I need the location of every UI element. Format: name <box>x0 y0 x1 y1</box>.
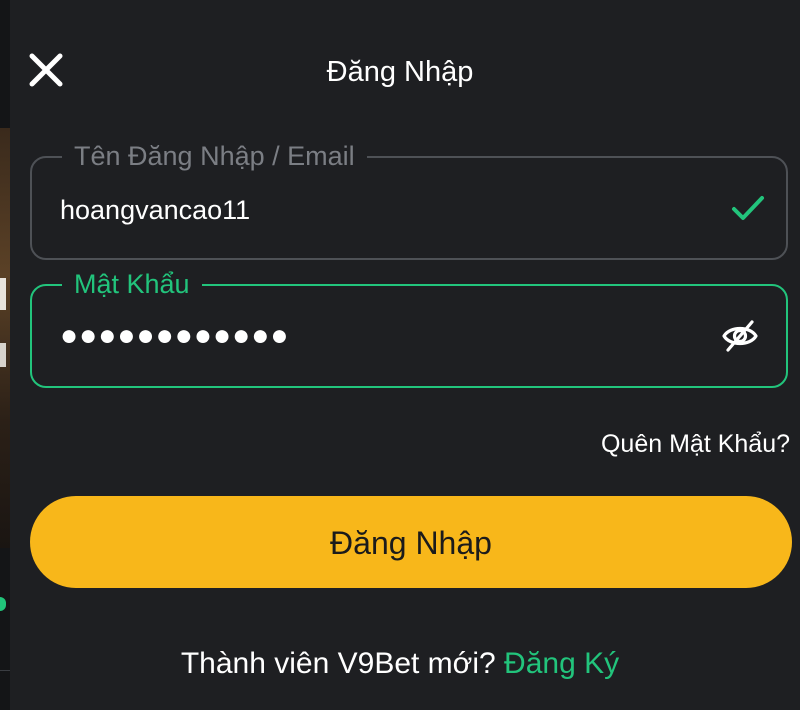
forgot-password-link[interactable]: Quên Mật Khẩu? <box>601 426 790 462</box>
register-prompt: Thành viên V9Bet mới? Đăng Ký <box>0 642 800 686</box>
login-button[interactable]: Đăng Nhập <box>30 496 792 588</box>
background-image-highlight <box>0 343 6 367</box>
password-field[interactable]: Mật Khẩu ●●●●●●●●●●●● <box>30 266 788 388</box>
username-label: Tên Đăng Nhập / Email <box>62 138 367 174</box>
username-input[interactable]: hoangvancao11 <box>60 192 250 228</box>
eye-off-icon[interactable] <box>720 316 760 356</box>
register-prompt-text: Thành viên V9Bet mới? <box>180 647 496 680</box>
username-field[interactable]: Tên Đăng Nhập / Email hoangvancao11 <box>30 138 788 260</box>
background-image-highlight <box>0 278 6 310</box>
background-image <box>0 128 10 548</box>
login-page: Đăng Nhập Tên Đăng Nhập / Email hoangvan… <box>0 0 800 710</box>
password-input[interactable]: ●●●●●●●●●●●● <box>60 318 289 354</box>
modal-title: Đăng Nhập <box>326 56 474 88</box>
login-modal: Đăng Nhập Tên Đăng Nhập / Email hoangvan… <box>10 0 800 710</box>
check-icon <box>732 196 764 220</box>
register-link[interactable]: Đăng Ký <box>504 647 619 680</box>
password-label: Mật Khẩu <box>62 266 202 302</box>
